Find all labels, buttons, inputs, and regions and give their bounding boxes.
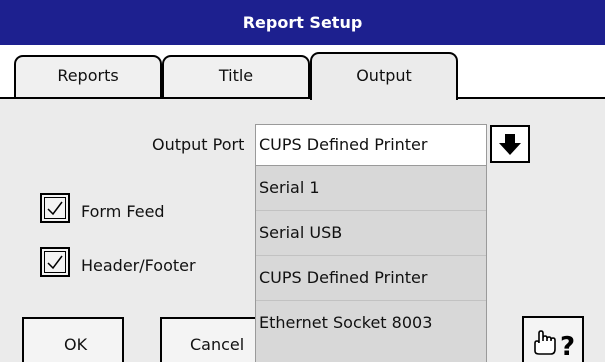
output-port-dropdown-list: Serial 1 Serial USB CUPS Defined Printer…	[255, 166, 487, 362]
form-feed-checkbox[interactable]	[40, 193, 70, 223]
dropdown-option-ethernet-socket-8003[interactable]: Ethernet Socket 8003	[256, 301, 486, 345]
window-title: Report Setup	[0, 0, 605, 45]
pointing-hand-help-icon: ?	[534, 330, 575, 362]
dropdown-option-cups-defined-printer[interactable]: CUPS Defined Printer	[256, 256, 486, 301]
help-button[interactable]: ?	[522, 316, 584, 362]
output-port-label: Output Port	[152, 135, 245, 154]
ok-button[interactable]: OK	[22, 317, 124, 362]
cancel-button-label: Cancel	[190, 335, 245, 354]
header-footer-checkbox[interactable]	[40, 247, 70, 277]
cancel-button[interactable]: Cancel	[160, 317, 262, 362]
report-setup-window: Report Setup Reports Title Output Output…	[0, 0, 605, 362]
header-footer-label: Header/Footer	[81, 256, 196, 275]
checkmark-icon	[47, 255, 63, 270]
svg-text:?: ?	[560, 332, 575, 362]
form-feed-label: Form Feed	[81, 202, 165, 221]
tab-divider	[0, 97, 605, 99]
dropdown-button[interactable]	[490, 125, 530, 163]
tab-reports[interactable]: Reports	[14, 55, 162, 98]
dropdown-option-serial-1[interactable]: Serial 1	[256, 166, 486, 211]
ok-button-label: OK	[64, 335, 88, 354]
output-port-select[interactable]: CUPS Defined Printer	[255, 124, 487, 166]
checkmark-icon	[47, 201, 63, 216]
tab-title[interactable]: Title	[162, 55, 310, 98]
dropdown-option-serial-usb[interactable]: Serial USB	[256, 211, 486, 256]
tab-output[interactable]: Output	[310, 52, 458, 100]
arrow-down-icon	[499, 134, 521, 155]
